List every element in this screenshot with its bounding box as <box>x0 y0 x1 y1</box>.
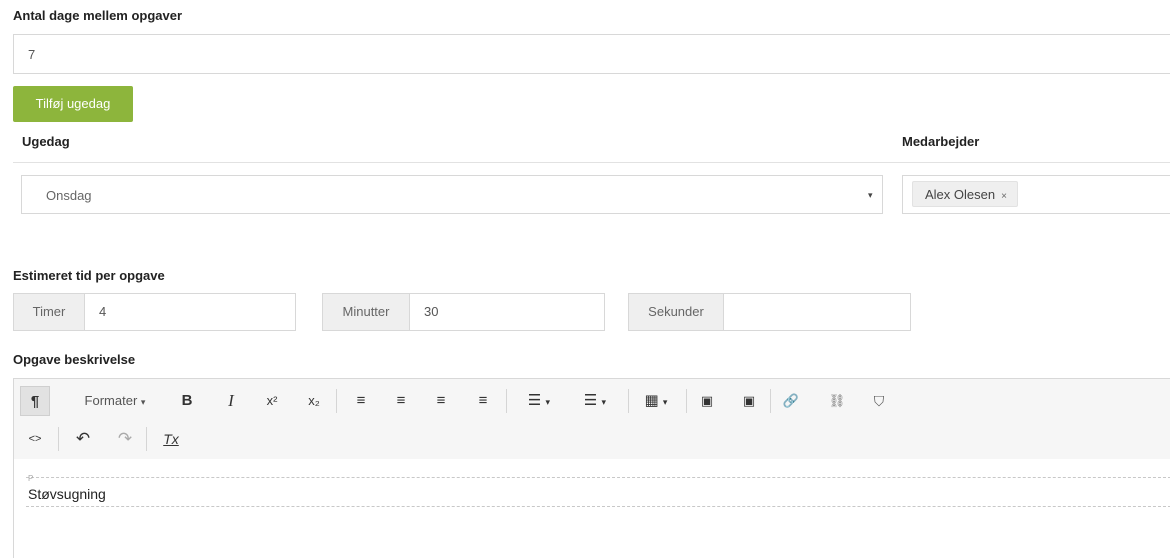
format-dropdown-label: Formater <box>84 393 138 408</box>
header-divider <box>13 162 1170 163</box>
align-center-icon[interactable]: ≡ <box>388 386 414 416</box>
table-glyph: ▦ <box>644 392 659 409</box>
numbered-list-glyph: ☰ <box>583 392 598 409</box>
description-label: Opgave beskrivelse <box>13 352 136 367</box>
undo-icon[interactable]: ↶ <box>70 424 96 454</box>
weekday-select[interactable]: Onsdag ▾ <box>21 175 883 214</box>
unlink-icon[interactable]: ⛓ <box>824 386 850 416</box>
table-caret-icon: ▾ <box>662 397 668 407</box>
block-marker: P <box>28 474 34 483</box>
source-code-icon[interactable]: <> <box>20 424 50 454</box>
clear-format-icon[interactable]: Tx <box>158 424 184 454</box>
justify-icon[interactable]: ≡ <box>470 386 496 416</box>
media-icon[interactable]: ▣ <box>736 386 762 416</box>
align-right-icon[interactable]: ≡ <box>428 386 454 416</box>
toolbar-separator <box>628 389 629 413</box>
weekday-label: Ugedag <box>22 134 70 149</box>
editor-content[interactable]: P Støvsugning <box>14 459 1170 559</box>
seconds-addon: Sekunder <box>628 293 724 331</box>
redo-icon[interactable]: ↷ <box>112 424 138 454</box>
hours-addon: Timer <box>13 293 85 331</box>
table-icon[interactable]: ▦ ▾ <box>634 386 678 416</box>
format-caret-icon: ▾ <box>140 397 146 407</box>
employee-tag-label: Alex Olesen <box>925 187 996 202</box>
subscript-icon[interactable]: x₂ <box>300 386 328 416</box>
toolbar-separator <box>58 427 59 451</box>
interval-value: 7 <box>28 47 36 62</box>
editor-toolbar: ¶ Formater ▾ B I x² x₂ ≡ ≡ ≡ ≡ ☰ ▾ ☰ ▾ ▦… <box>14 379 1170 460</box>
bullet-list-icon[interactable]: ☰ ▾ <box>514 386 564 416</box>
weekday-selected-value: Onsdag <box>46 188 92 203</box>
hours-input[interactable]: 4 <box>85 293 296 331</box>
seconds-input[interactable] <box>724 293 911 331</box>
link-icon[interactable]: 🔗 <box>778 386 804 416</box>
rich-text-editor: ¶ Formater ▾ B I x² x₂ ≡ ≡ ≡ ≡ ☰ ▾ ☰ ▾ ▦… <box>13 378 1170 559</box>
format-dropdown[interactable]: Formater ▾ <box>70 386 160 416</box>
employee-tag: Alex Olesen × <box>912 181 1018 207</box>
align-left-icon[interactable]: ≡ <box>348 386 374 416</box>
superscript-icon[interactable]: x² <box>258 386 286 416</box>
paragraph-icon[interactable]: ¶ <box>20 386 50 416</box>
image-icon[interactable]: ▣ <box>694 386 720 416</box>
description-text: Støvsugning <box>28 486 106 502</box>
remove-tag-icon[interactable]: × <box>1001 191 1007 202</box>
interval-label: Antal dage mellem opgaver <box>13 8 183 23</box>
toolbar-separator <box>686 389 687 413</box>
toolbar-separator <box>506 389 507 413</box>
paragraph-block[interactable]: P Støvsugning <box>26 474 1170 507</box>
minutes-addon: Minutter <box>322 293 410 331</box>
interval-input[interactable]: 7 <box>13 34 1170 74</box>
italic-icon[interactable]: I <box>218 386 244 416</box>
toolbar-separator <box>336 389 337 413</box>
bullet-list-glyph: ☰ <box>527 392 542 409</box>
bullet-list-caret-icon: ▾ <box>545 397 551 407</box>
minutes-input[interactable]: 30 <box>410 293 605 331</box>
numbered-list-icon[interactable]: ☰ ▾ <box>570 386 620 416</box>
employee-label: Medarbejder <box>902 134 980 149</box>
chevron-down-icon: ▾ <box>868 190 873 200</box>
add-weekday-button[interactable]: Tilføj ugedag <box>13 86 133 122</box>
estimate-label: Estimeret tid per opgave <box>13 268 165 283</box>
numbered-list-caret-icon: ▾ <box>601 397 607 407</box>
toolbar-separator <box>146 427 147 451</box>
bold-icon[interactable]: B <box>174 386 200 416</box>
bookmark-icon[interactable]: ⛉ <box>866 386 892 416</box>
toolbar-separator <box>770 389 771 413</box>
